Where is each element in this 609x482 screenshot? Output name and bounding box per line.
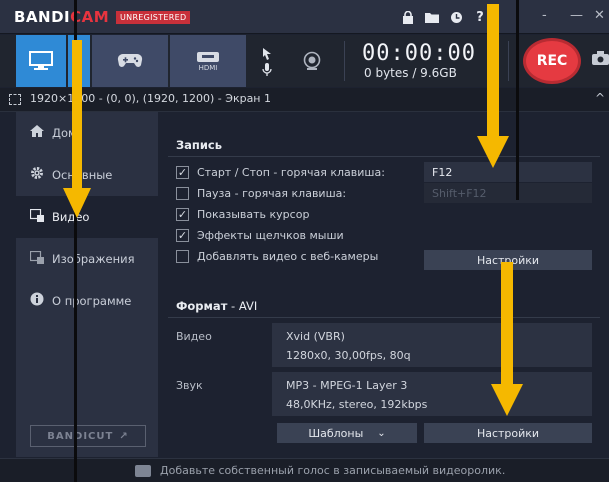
cursor-icon bbox=[263, 47, 271, 60]
minimize-button-2[interactable]: — bbox=[570, 8, 583, 23]
chevron-down-icon: ⌄ bbox=[377, 427, 386, 439]
lock-icon[interactable] bbox=[396, 8, 420, 26]
option-label: Пауза - горячая клавиша: bbox=[197, 186, 347, 200]
hdmi-label: HDMI bbox=[198, 63, 218, 72]
gamepad-icon bbox=[117, 53, 143, 67]
home-icon bbox=[30, 125, 44, 141]
app-logo: BANDICAM bbox=[14, 8, 110, 26]
hdmi-device-icon bbox=[197, 51, 219, 62]
monitor-icon bbox=[29, 51, 53, 70]
region-select-icon bbox=[9, 94, 21, 105]
webcam-button[interactable] bbox=[290, 35, 334, 87]
format-section-title: Формат - AVI bbox=[176, 299, 258, 313]
clock-icon[interactable] bbox=[444, 8, 468, 26]
speech-bubble-icon bbox=[135, 465, 151, 477]
templates-dropdown[interactable]: Шаблоны ⌄ bbox=[277, 423, 417, 443]
rec-button[interactable]: REC bbox=[523, 38, 581, 84]
game-mode-button[interactable] bbox=[92, 35, 168, 87]
pause-hotkey-field[interactable]: Shift+F12 bbox=[424, 183, 592, 203]
minimize-button[interactable]: - bbox=[542, 8, 547, 23]
screenshot-camera-icon[interactable] bbox=[592, 50, 609, 70]
hdmi-mode-button[interactable]: HDMI bbox=[170, 35, 246, 87]
bandicut-button[interactable]: BANDICUT ↗ bbox=[30, 425, 146, 447]
video-details: 1280x0, 30,00fps, 80q bbox=[286, 349, 411, 362]
audio-codec: MP3 - MPEG-1 Layer 3 bbox=[286, 379, 408, 392]
pause-hotkey-checkbox[interactable]: Пауза - горячая клавиша: bbox=[176, 184, 346, 202]
microphone-icon bbox=[262, 62, 272, 76]
video-format-box[interactable]: Xvid (VBR) 1280x0, 30,00fps, 80q bbox=[272, 323, 592, 367]
video-format-label: Видео bbox=[176, 330, 212, 343]
start-stop-hotkey-checkbox[interactable]: ✓ Старт / Стоп - горячая клавиша: bbox=[176, 163, 385, 181]
screen-mode-button[interactable] bbox=[16, 35, 66, 87]
record-divider bbox=[168, 156, 600, 157]
templates-label: Шаблоны bbox=[308, 426, 364, 440]
info-icon bbox=[30, 292, 44, 310]
bandicut-label: BANDICUT bbox=[47, 430, 114, 442]
cursor-mic-toggle[interactable] bbox=[250, 35, 284, 87]
folder-icon[interactable] bbox=[420, 8, 444, 26]
show-cursor-checkbox[interactable]: ✓ Показывать курсор bbox=[176, 205, 309, 223]
option-label: Показывать курсор bbox=[197, 207, 310, 221]
format-divider bbox=[168, 317, 600, 318]
annotation-arrow-down-bottom-right bbox=[491, 262, 523, 416]
option-label: Эффекты щелчков мыши bbox=[197, 228, 344, 242]
checkbox-checked[interactable]: ✓ bbox=[176, 228, 189, 242]
record-section-title: Запись bbox=[176, 138, 223, 152]
external-link-icon: ↗ bbox=[119, 430, 129, 442]
footer-tip[interactable]: Добавьте собственный голос в записываемы… bbox=[160, 464, 505, 477]
webcam-icon bbox=[303, 51, 321, 70]
close-button[interactable]: ✕ bbox=[594, 8, 605, 23]
annotation-line-right bbox=[516, 0, 519, 200]
option-label: Старт / Стоп - горячая клавиша: bbox=[197, 165, 385, 179]
format-settings-button[interactable]: Настройки bbox=[424, 423, 592, 443]
sidebar-item-label: О программе bbox=[52, 294, 132, 308]
video-codec: Xvid (VBR) bbox=[286, 330, 345, 343]
image-icon bbox=[29, 250, 44, 268]
audio-details: 48,0KHz, stereo, 192kbps bbox=[286, 398, 428, 411]
video-settings-icon bbox=[29, 208, 44, 226]
record-timer: 00:00:00 bbox=[362, 41, 476, 66]
sidebar-item-images[interactable]: Изображения bbox=[16, 238, 158, 280]
unregistered-badge: UNREGISTERED bbox=[116, 11, 191, 24]
webcam-overlay-checkbox[interactable]: Добавлять видео с веб-камеры bbox=[176, 247, 378, 265]
chevron-up-icon[interactable]: ^ bbox=[595, 91, 605, 105]
checkbox-unchecked[interactable] bbox=[176, 186, 189, 200]
checkbox-unchecked[interactable] bbox=[176, 249, 189, 263]
file-size-readout: 0 bytes / 9.6GB bbox=[364, 66, 457, 80]
gear-icon bbox=[30, 166, 44, 184]
audio-format-box[interactable]: MP3 - MPEG-1 Layer 3 48,0KHz, stereo, 19… bbox=[272, 372, 592, 416]
status-footer: Добавьте собственный голос в записываемы… bbox=[0, 458, 609, 482]
annotation-arrow-down-top-right bbox=[477, 4, 509, 168]
audio-format-label: Звук bbox=[176, 379, 203, 392]
checkbox-checked[interactable]: ✓ bbox=[176, 207, 189, 221]
checkbox-checked[interactable]: ✓ bbox=[176, 165, 189, 179]
option-label: Добавлять видео с веб-камеры bbox=[197, 249, 379, 263]
annotation-arrow-down-left bbox=[63, 40, 91, 218]
sidebar-item-about[interactable]: О программе bbox=[16, 280, 158, 322]
click-effects-checkbox[interactable]: ✓ Эффекты щелчков мыши bbox=[176, 226, 344, 244]
sidebar-item-label: Изображения bbox=[52, 252, 135, 266]
toolbar-separator bbox=[344, 41, 345, 81]
